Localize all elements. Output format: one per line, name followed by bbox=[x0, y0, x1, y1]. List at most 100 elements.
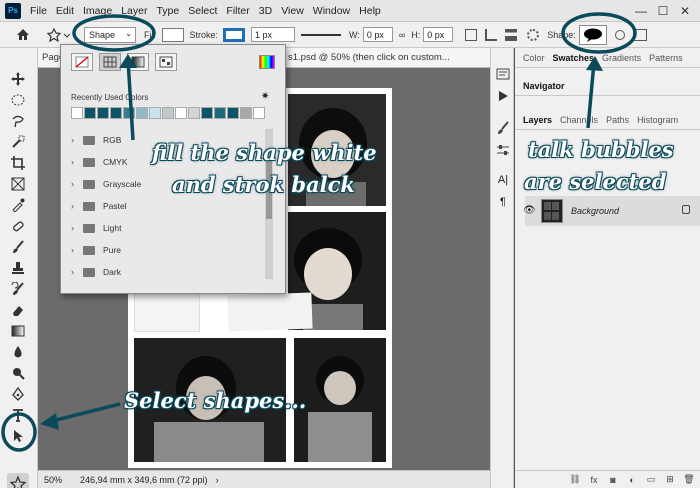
recent-color[interactable] bbox=[162, 107, 174, 119]
gear-icon[interactable] bbox=[527, 28, 540, 41]
custom-shape-tool[interactable] bbox=[7, 473, 29, 488]
home-button[interactable] bbox=[12, 24, 34, 46]
brush-tool[interactable] bbox=[8, 238, 28, 256]
path-operations-icon[interactable] bbox=[465, 28, 478, 41]
history-icon[interactable] bbox=[495, 66, 511, 82]
tab-navigator[interactable]: Navigator bbox=[519, 81, 569, 95]
move-tool[interactable] bbox=[8, 70, 28, 88]
pattern-button[interactable] bbox=[155, 53, 177, 71]
path-alignment-icon[interactable] bbox=[485, 28, 498, 41]
menu-help[interactable]: Help bbox=[359, 5, 381, 17]
color-picker-icon[interactable] bbox=[259, 55, 275, 69]
tab-gradients[interactable]: Gradients bbox=[598, 53, 645, 67]
tab-patterns[interactable]: Patterns bbox=[645, 53, 687, 67]
dodge-tool[interactable] bbox=[8, 364, 28, 382]
new-layer-icon[interactable]: ⊞ bbox=[663, 474, 677, 486]
adjustment-layer-icon[interactable]: ◐ bbox=[625, 474, 639, 486]
folder-pure[interactable]: › Pure bbox=[71, 239, 271, 261]
no-color-button[interactable] bbox=[71, 53, 93, 71]
recent-color[interactable] bbox=[84, 107, 96, 119]
close-button[interactable]: ✕ bbox=[674, 2, 696, 20]
recent-color[interactable] bbox=[201, 107, 213, 119]
marquee-tool[interactable] bbox=[8, 91, 28, 109]
recent-color[interactable] bbox=[253, 107, 265, 119]
settings-icon[interactable] bbox=[614, 29, 625, 40]
tool-preset-picker[interactable] bbox=[42, 25, 76, 45]
frame-tool[interactable] bbox=[8, 175, 28, 193]
folder-pastel[interactable]: › Pastel bbox=[71, 195, 271, 217]
play-icon[interactable] bbox=[495, 88, 511, 104]
pen-tool[interactable] bbox=[8, 385, 28, 403]
tab-paths[interactable]: Paths bbox=[602, 115, 633, 129]
stroke-type-select[interactable] bbox=[301, 33, 342, 36]
menu-select[interactable]: Select bbox=[188, 5, 217, 17]
maximize-button[interactable]: ☐ bbox=[652, 2, 674, 20]
adjustments-icon[interactable] bbox=[495, 142, 511, 158]
recent-color[interactable] bbox=[149, 107, 161, 119]
recent-color[interactable] bbox=[110, 107, 122, 119]
recent-color[interactable] bbox=[188, 107, 200, 119]
solid-color-button[interactable] bbox=[99, 53, 121, 71]
blur-tool[interactable] bbox=[8, 343, 28, 361]
layer-row-background[interactable]: 👁 Background bbox=[523, 196, 700, 226]
paragraph-icon[interactable]: ¶ bbox=[495, 194, 511, 210]
history-brush-tool[interactable] bbox=[8, 280, 28, 298]
link-icon[interactable]: ∞ bbox=[399, 30, 405, 40]
menu-layer[interactable]: Layer bbox=[121, 5, 147, 17]
recent-color[interactable] bbox=[97, 107, 109, 119]
menu-view[interactable]: View bbox=[281, 5, 304, 17]
menu-filter[interactable]: Filter bbox=[226, 5, 249, 17]
menu-file[interactable]: File bbox=[30, 5, 47, 17]
recent-color[interactable] bbox=[175, 107, 187, 119]
width-field[interactable]: 0 px bbox=[362, 27, 393, 42]
brush-settings-icon[interactable] bbox=[495, 120, 511, 136]
path-selection-tool[interactable] bbox=[8, 427, 28, 445]
fill-swatch[interactable] bbox=[161, 27, 184, 42]
path-arrangement-icon[interactable] bbox=[505, 28, 518, 41]
eyedropper-tool[interactable] bbox=[8, 196, 28, 214]
lasso-tool[interactable] bbox=[8, 112, 28, 130]
menu-edit[interactable]: Edit bbox=[56, 5, 74, 17]
folder-dark[interactable]: › Dark bbox=[71, 261, 271, 283]
menu-window[interactable]: Window bbox=[313, 5, 350, 17]
recent-color[interactable] bbox=[227, 107, 239, 119]
stroke-swatch[interactable] bbox=[223, 27, 246, 42]
tool-mode-select[interactable]: Shape ⌄ bbox=[84, 26, 136, 43]
height-field[interactable]: 0 px bbox=[423, 27, 454, 42]
folder-light[interactable]: › Light bbox=[71, 217, 271, 239]
fx-icon[interactable]: fx bbox=[587, 474, 601, 486]
recent-color[interactable] bbox=[136, 107, 148, 119]
gear-icon[interactable]: ✷ bbox=[261, 91, 269, 102]
gradient-button[interactable] bbox=[127, 53, 149, 71]
eraser-tool[interactable] bbox=[8, 301, 28, 319]
crop-tool[interactable] bbox=[8, 154, 28, 172]
stroke-width-field[interactable]: 1 px bbox=[251, 27, 296, 42]
healing-brush-tool[interactable] bbox=[8, 217, 28, 235]
type-tool[interactable] bbox=[8, 406, 28, 424]
recent-color[interactable] bbox=[214, 107, 226, 119]
recent-color[interactable] bbox=[123, 107, 135, 119]
gradient-tool[interactable] bbox=[8, 322, 28, 340]
tab-swatches[interactable]: Swatches bbox=[549, 53, 599, 67]
link-layers-icon[interactable]: ⛓ bbox=[568, 474, 582, 486]
recent-color[interactable] bbox=[240, 107, 252, 119]
menu-type[interactable]: Type bbox=[156, 5, 179, 17]
eye-icon[interactable]: 👁 bbox=[523, 205, 536, 216]
trash-icon[interactable]: 🗑 bbox=[682, 474, 696, 486]
shape-picker[interactable] bbox=[578, 24, 607, 45]
group-folder-icon[interactable]: ▭ bbox=[644, 474, 658, 486]
workspace-icon[interactable] bbox=[632, 28, 647, 41]
tab-layers[interactable]: Layers bbox=[519, 115, 556, 129]
minimize-button[interactable]: — bbox=[630, 2, 652, 20]
object-selection-tool[interactable] bbox=[8, 133, 28, 151]
clone-stamp-tool[interactable] bbox=[8, 259, 28, 277]
character-icon[interactable]: A| bbox=[495, 172, 511, 188]
menu-3d[interactable]: 3D bbox=[259, 5, 272, 17]
zoom-level[interactable]: 50% bbox=[38, 475, 66, 485]
add-mask-icon[interactable]: ◙ bbox=[606, 474, 620, 486]
tab-color[interactable]: Color bbox=[519, 53, 549, 67]
menu-image[interactable]: Image bbox=[83, 5, 112, 17]
status-arrow-icon[interactable]: › bbox=[216, 475, 219, 485]
tab-histogram[interactable]: Histogram bbox=[633, 115, 682, 129]
tab-channels[interactable]: Channels bbox=[556, 115, 602, 129]
